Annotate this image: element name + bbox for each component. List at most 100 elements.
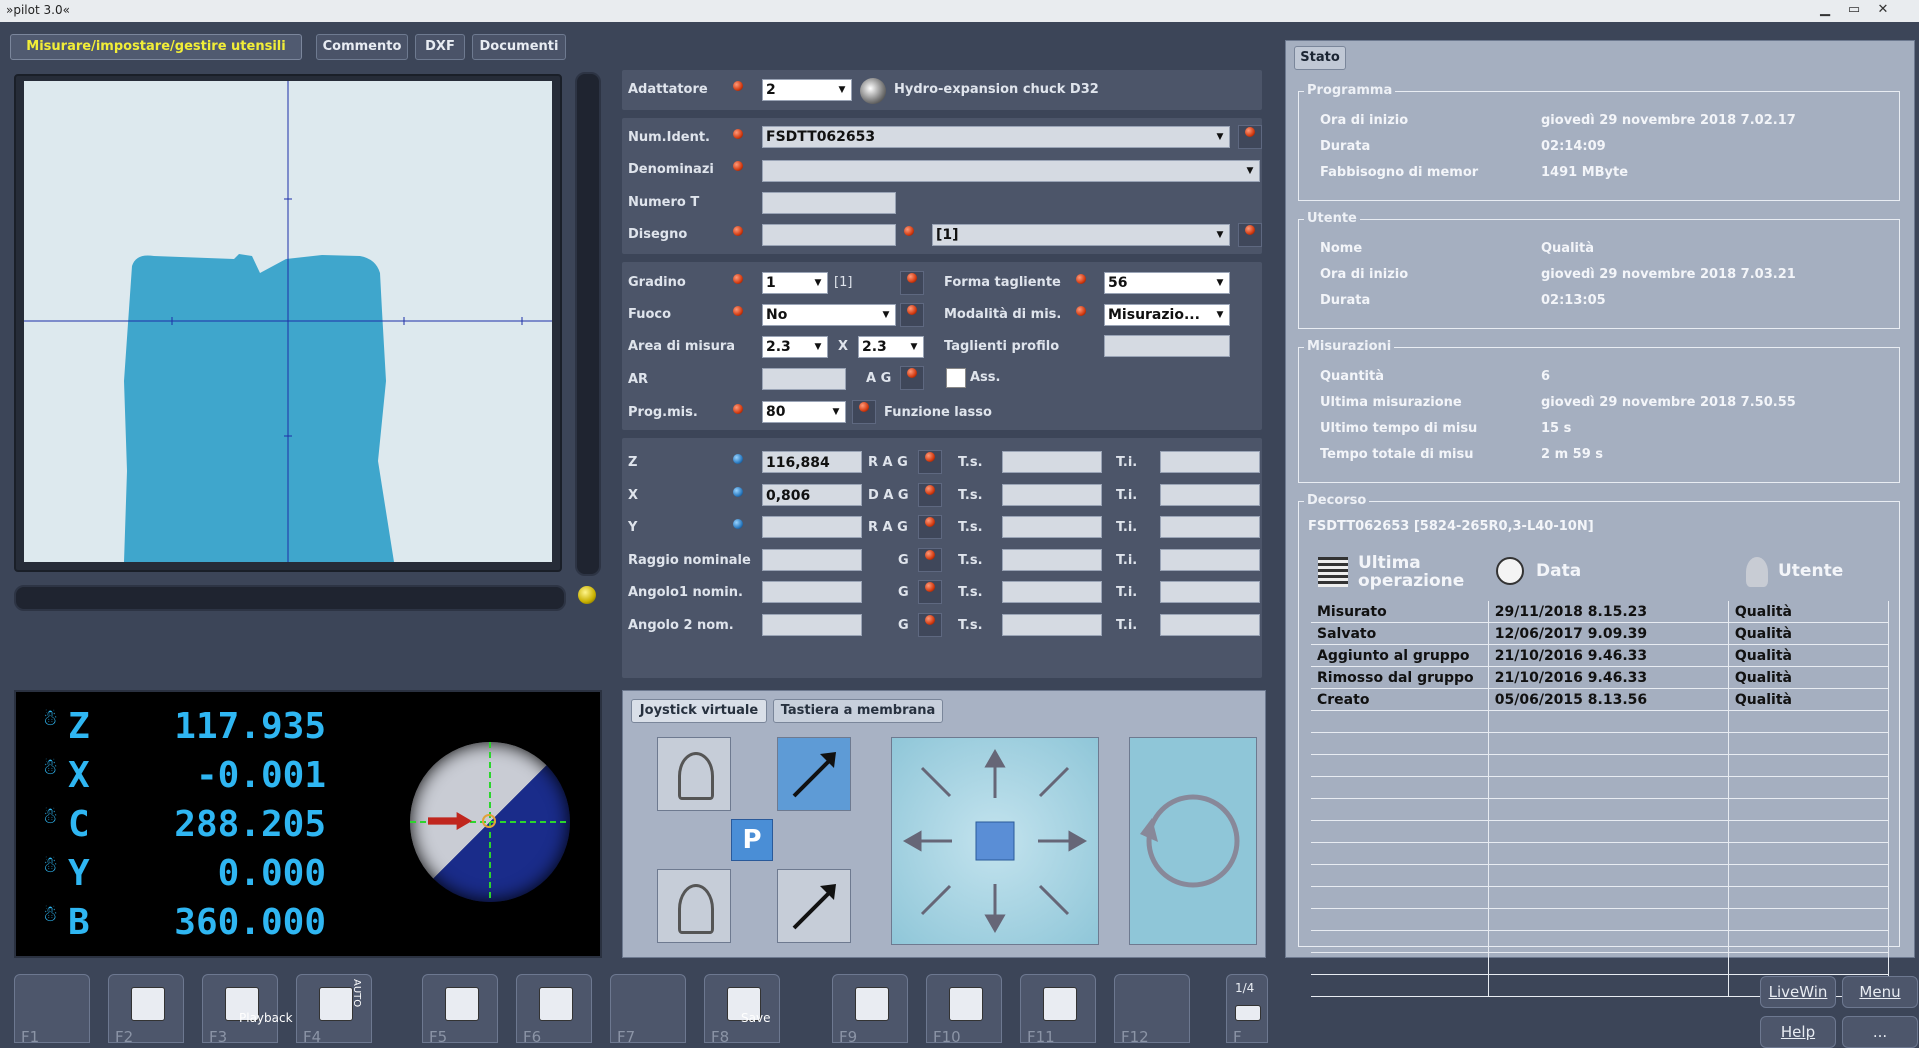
- minimize-button[interactable]: ▁: [1812, 1, 1838, 19]
- table-row[interactable]: [1311, 798, 1890, 821]
- xy-jog-pad[interactable]: [891, 737, 1099, 945]
- ti-field[interactable]: [1160, 613, 1260, 636]
- measure-value-field[interactable]: 0,806: [762, 483, 862, 506]
- disegno-button[interactable]: [1238, 223, 1262, 247]
- tab-comment[interactable]: Commento: [316, 34, 408, 60]
- ti-field[interactable]: [1160, 451, 1260, 473]
- gradino-button[interactable]: [900, 271, 924, 295]
- ts-field[interactable]: [1002, 451, 1102, 473]
- table-row[interactable]: [1311, 952, 1890, 975]
- num-ident-button[interactable]: [1238, 125, 1262, 149]
- f6-key[interactable]: F6: [516, 974, 592, 1046]
- measure-value-field[interactable]: [762, 516, 862, 538]
- prog-select[interactable]: 80 ▼: [762, 401, 846, 423]
- tab-documents[interactable]: Documenti: [472, 34, 566, 60]
- table-row[interactable]: [1311, 886, 1890, 909]
- f1-key[interactable]: F1: [14, 974, 90, 1046]
- forma-select[interactable]: 56 ▼: [1104, 272, 1230, 294]
- ts-field[interactable]: [1002, 483, 1102, 506]
- restore-button[interactable]: ▭: [1841, 1, 1867, 19]
- f4-key[interactable]: F4 AUTO: [296, 974, 372, 1046]
- tab-virtual-joystick[interactable]: Joystick virtuale: [631, 699, 767, 723]
- table-row[interactable]: [1311, 710, 1890, 733]
- measure-tag-button[interactable]: [918, 450, 942, 474]
- f9-key[interactable]: F9: [832, 974, 908, 1046]
- f7-key[interactable]: F7: [610, 974, 686, 1046]
- ts-field[interactable]: [1002, 581, 1102, 603]
- probe-tool-button[interactable]: [657, 737, 731, 811]
- f2-key[interactable]: F2: [108, 974, 184, 1046]
- keyboard-page-key[interactable]: F 1/4: [1226, 974, 1268, 1046]
- measure-value-field[interactable]: 116,884: [762, 451, 862, 473]
- tab-membrane-keyboard[interactable]: Tastiera a membrana: [773, 699, 943, 723]
- view-vertical-scrollbar[interactable]: [575, 72, 601, 576]
- ts-field[interactable]: [1002, 516, 1102, 538]
- table-row[interactable]: [1311, 754, 1890, 777]
- ass-checkbox[interactable]: [946, 368, 966, 388]
- close-button[interactable]: ✕: [1870, 1, 1896, 19]
- ti-field[interactable]: [1160, 483, 1260, 506]
- table-row[interactable]: [1311, 930, 1890, 953]
- measure-tag-button[interactable]: [918, 612, 942, 637]
- denominazione-field[interactable]: ▼: [762, 160, 1260, 182]
- table-row[interactable]: Misurato 29/11/2018 8.15.23 Qualità: [1311, 601, 1890, 623]
- num-ident-field[interactable]: FSDTT062653 ▼: [762, 126, 1230, 148]
- table-row[interactable]: Salvato 12/06/2017 9.09.39 Qualità: [1311, 622, 1890, 645]
- table-row[interactable]: Creato 05/06/2015 8.13.56 Qualità: [1311, 688, 1890, 711]
- disegno-field[interactable]: [762, 224, 896, 246]
- measure-value-field[interactable]: [762, 613, 862, 636]
- view-horizontal-scrollbar[interactable]: [14, 585, 566, 611]
- move-up-button[interactable]: [777, 737, 851, 811]
- gradino-select[interactable]: 1 ▼: [762, 272, 828, 294]
- adapter-select[interactable]: 2 ▼: [762, 79, 852, 101]
- lasso-button[interactable]: [852, 400, 876, 424]
- table-row[interactable]: [1311, 842, 1890, 865]
- table-row[interactable]: [1311, 864, 1890, 887]
- table-row[interactable]: [1311, 908, 1890, 931]
- ti-field[interactable]: [1160, 581, 1260, 603]
- f12-key[interactable]: F12: [1114, 974, 1190, 1046]
- f5-key[interactable]: F5: [422, 974, 498, 1046]
- f10-key[interactable]: F10: [926, 974, 1002, 1046]
- area-x-select[interactable]: 2.3 ▼: [762, 336, 828, 358]
- numero-t-field[interactable]: [762, 192, 896, 214]
- menu-button[interactable]: Menu: [1842, 976, 1918, 1008]
- ts-field[interactable]: [1002, 548, 1102, 571]
- f11-key[interactable]: F11: [1020, 974, 1096, 1046]
- ag-button[interactable]: [900, 366, 924, 390]
- livewin-button[interactable]: LiveWin: [1760, 976, 1836, 1008]
- area-y-select[interactable]: 2.3 ▼: [858, 336, 924, 358]
- tab-dxf[interactable]: DXF: [415, 34, 465, 60]
- table-row[interactable]: [1311, 732, 1890, 755]
- ts-field[interactable]: [1002, 613, 1102, 636]
- tool-view[interactable]: [24, 81, 552, 562]
- ti-field[interactable]: [1160, 516, 1260, 538]
- tab-stato[interactable]: Stato: [1294, 46, 1346, 70]
- measure-tag-button[interactable]: [918, 482, 942, 507]
- measure-value-field[interactable]: [762, 581, 862, 603]
- more-button[interactable]: ...: [1842, 1016, 1918, 1048]
- measure-tag-button[interactable]: [918, 580, 942, 604]
- help-button[interactable]: Help: [1760, 1016, 1836, 1048]
- disegno-select[interactable]: [1] ▼: [932, 224, 1230, 246]
- rotation-jog-pad[interactable]: [1129, 737, 1257, 945]
- park-button[interactable]: P: [731, 819, 773, 861]
- taglienti-field[interactable]: [1104, 335, 1230, 357]
- table-row[interactable]: [1311, 776, 1890, 799]
- f8-key[interactable]: F8 Save: [704, 974, 780, 1046]
- ti-field[interactable]: [1160, 548, 1260, 571]
- measure-value-field[interactable]: [762, 548, 862, 571]
- table-row[interactable]: [1311, 820, 1890, 843]
- ar-field[interactable]: [762, 368, 846, 390]
- fuoco-button[interactable]: [900, 303, 924, 327]
- tab-measure[interactable]: Misurare/impostare/gestire utensili: [10, 34, 302, 60]
- modalita-select[interactable]: Misurazio... ▼: [1104, 304, 1230, 326]
- table-row[interactable]: Aggiunto al gruppo 21/10/2016 9.46.33 Qual…: [1311, 644, 1890, 667]
- fuoco-select[interactable]: No ▼: [762, 304, 896, 326]
- drill-tool-button[interactable]: [657, 869, 731, 943]
- measure-tag-button[interactable]: [918, 547, 942, 572]
- measure-tag-button[interactable]: [918, 515, 942, 539]
- table-row[interactable]: Rimosso dal gruppo 21/10/2016 9.46.33 Qual…: [1311, 666, 1890, 689]
- f3-key[interactable]: F3 Playback: [202, 974, 293, 1046]
- move-down-button[interactable]: [777, 869, 851, 943]
